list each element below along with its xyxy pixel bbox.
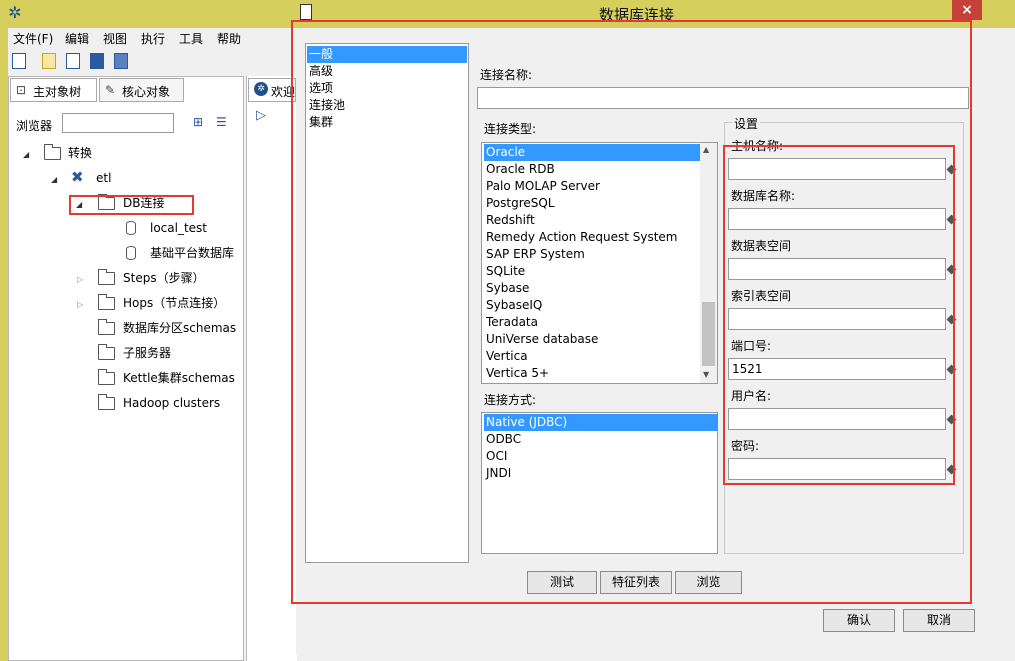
cancel-button[interactable]: 取消: [903, 609, 975, 632]
general-panel-highlight: [291, 20, 972, 604]
tree-item-hops[interactable]: Hops（节点连接）: [123, 293, 225, 313]
tree-item-steps[interactable]: Steps（步骤）: [123, 268, 205, 288]
ok-button[interactable]: 确认: [823, 609, 895, 632]
database-icon: [126, 246, 136, 260]
menu-help[interactable]: 帮助: [217, 30, 241, 47]
folder-icon: [44, 144, 61, 160]
db-connection-highlight: [69, 195, 194, 215]
tree-item-local-test[interactable]: local_test: [150, 218, 207, 238]
folder-icon: [98, 294, 115, 310]
tree-item-base-platform-db[interactable]: 基础平台数据库: [150, 243, 234, 263]
collapsed-arrow-icon[interactable]: ▷: [77, 300, 83, 309]
tree-tab-icon: ⊡: [16, 83, 27, 97]
browser-search-input[interactable]: [62, 113, 174, 133]
tree-item-slave-servers[interactable]: 子服务器: [123, 343, 171, 363]
menu-run[interactable]: 执行: [141, 30, 165, 47]
pencil-icon: ✎: [105, 83, 116, 97]
folder-icon: [98, 344, 115, 360]
welcome-icon: ✲: [254, 82, 268, 96]
tree-item-hadoop-clusters[interactable]: Hadoop clusters: [123, 393, 220, 413]
folder-icon: [98, 319, 115, 335]
explore-repository-icon[interactable]: [66, 53, 80, 69]
tree-item-cluster-schemas[interactable]: Kettle集群schemas: [123, 368, 235, 388]
open-folder-icon[interactable]: [42, 53, 56, 69]
menubar: 文件(F) 编辑 视图 执行 工具 帮助: [8, 28, 298, 48]
folder-icon: [98, 394, 115, 410]
run-icon[interactable]: ▷: [256, 108, 266, 123]
expand-all-icon[interactable]: ⊞: [193, 115, 203, 129]
canvas-area: [246, 76, 297, 661]
new-file-icon[interactable]: [12, 53, 26, 69]
save-as-icon[interactable]: [114, 53, 128, 69]
tab-main-tree-label: 主对象树: [33, 85, 82, 99]
folder-icon: [98, 369, 115, 385]
tab-core-objects-label: 核心对象: [122, 85, 171, 99]
tree-item-transformations[interactable]: 转换: [68, 143, 92, 163]
close-button[interactable]: ×: [952, 0, 982, 20]
browser-label: 浏览器: [16, 119, 53, 133]
tree-item-partition-schemas[interactable]: 数据库分区schemas: [123, 318, 236, 338]
tab-core-objects[interactable]: ✎ 核心对象: [99, 78, 184, 102]
collapse-all-icon[interactable]: ☰: [216, 115, 227, 129]
collapsed-arrow-icon[interactable]: ▷: [77, 275, 83, 284]
tree-item-etl[interactable]: etl: [96, 168, 111, 188]
transformation-icon: ✖: [71, 168, 84, 186]
kettle-logo-icon: ✲: [8, 3, 22, 22]
menu-tools[interactable]: 工具: [179, 30, 203, 47]
menu-file[interactable]: 文件(F): [13, 30, 53, 47]
expanded-arrow-icon[interactable]: ◢: [51, 175, 57, 184]
menu-view[interactable]: 视图: [103, 30, 127, 47]
save-icon[interactable]: [90, 53, 104, 69]
toolbar: [8, 50, 298, 74]
tab-main-tree[interactable]: ⊡ 主对象树: [10, 78, 97, 102]
menu-edit[interactable]: 编辑: [65, 30, 89, 47]
database-icon: [126, 221, 136, 235]
expanded-arrow-icon[interactable]: ◢: [23, 150, 29, 159]
folder-icon: [98, 269, 115, 285]
